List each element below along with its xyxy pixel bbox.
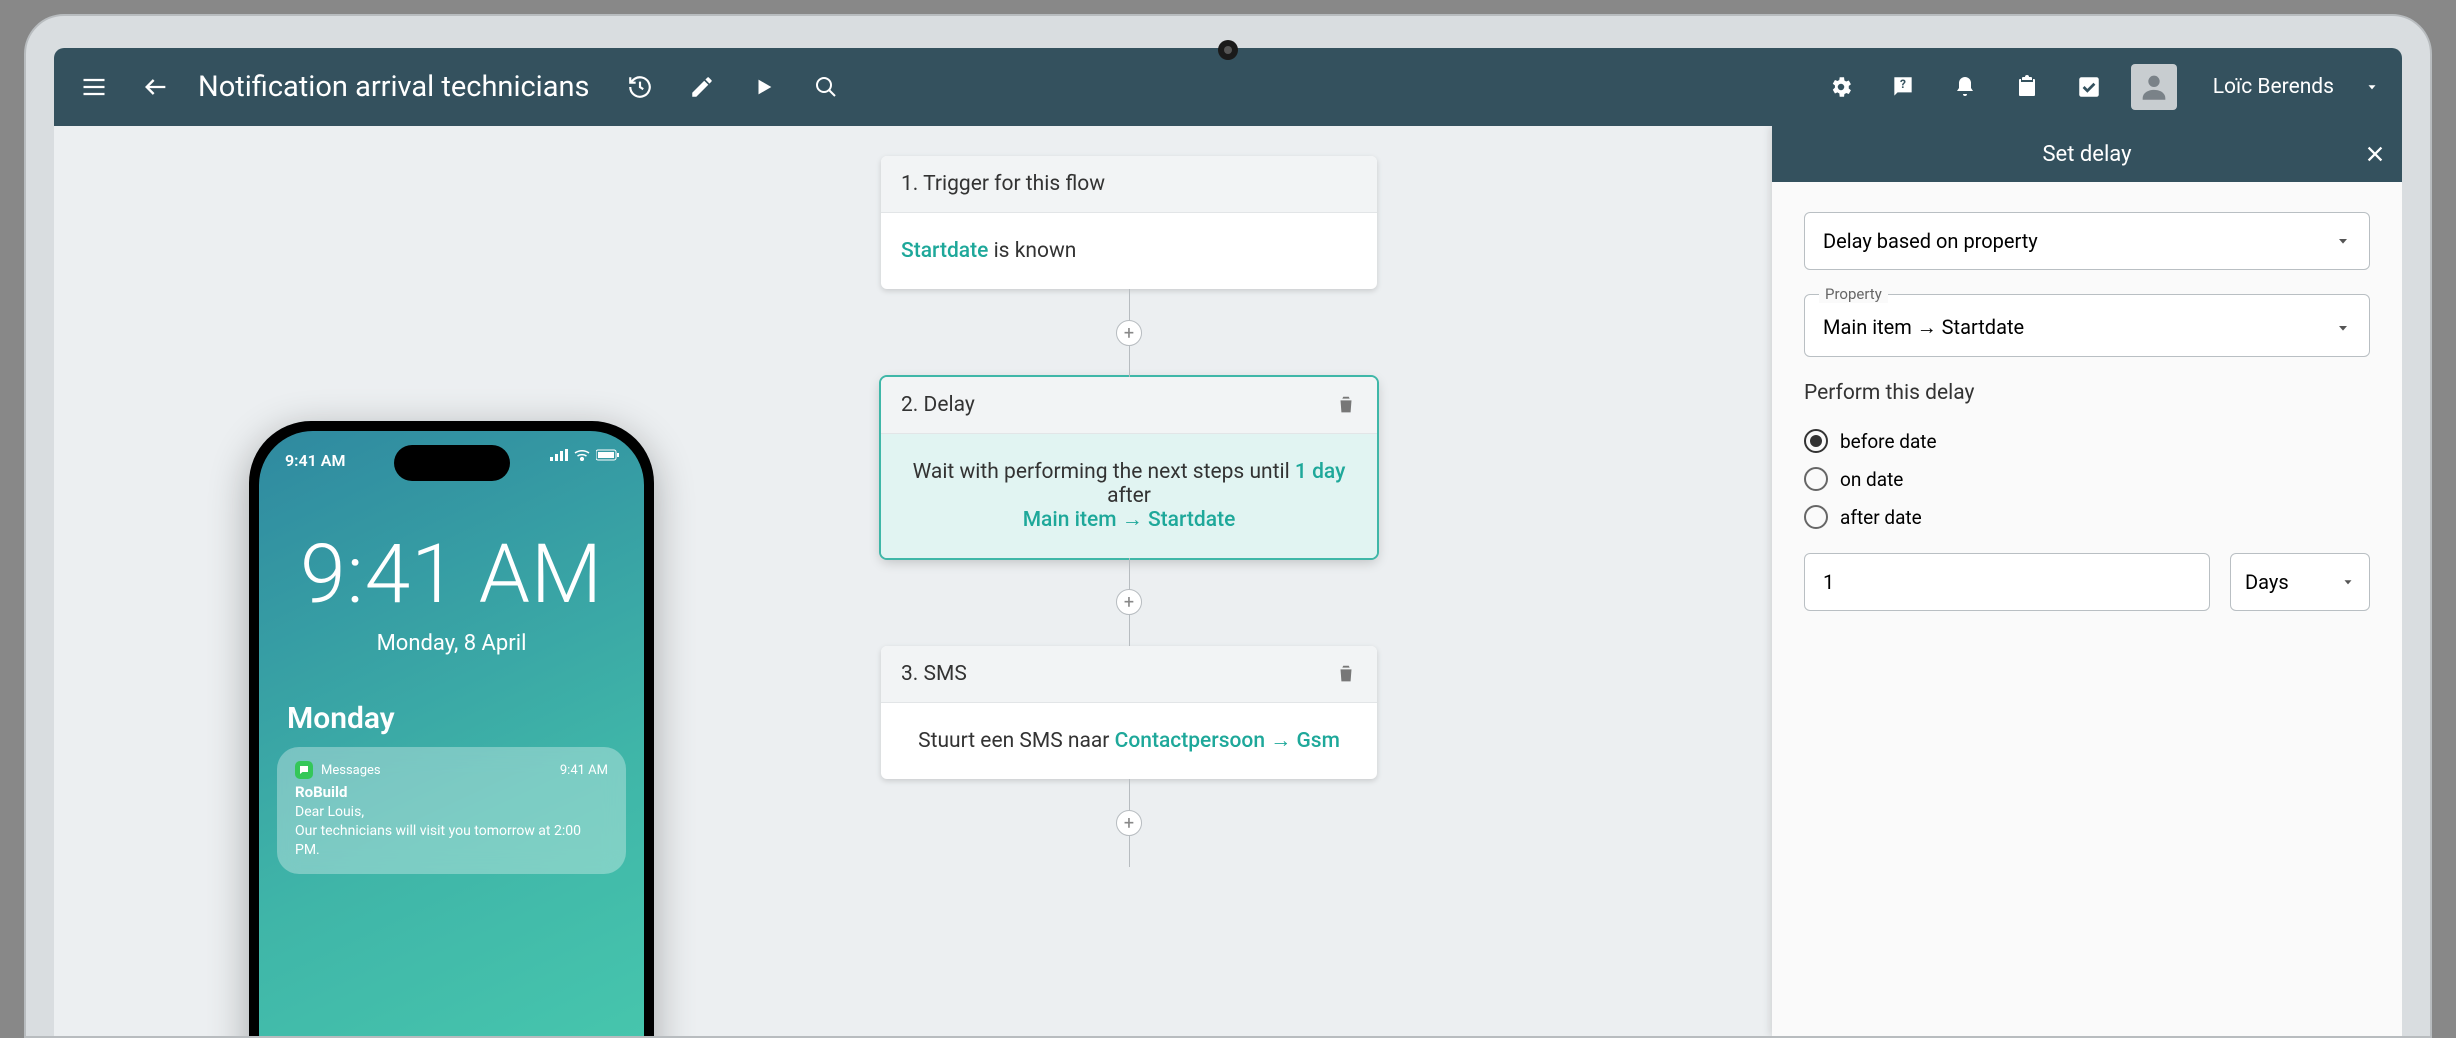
messages-app-icon — [295, 761, 313, 779]
delay-text-prefix: Wait with performing the next steps unti… — [913, 460, 1295, 484]
panel-header: Set delay — [1772, 126, 2402, 182]
delay-amount: 1 day — [1295, 460, 1345, 484]
chevron-down-icon — [2335, 233, 2351, 249]
notification-sender: RoBuild — [295, 783, 608, 801]
connector: + — [881, 779, 1377, 867]
menu-button[interactable] — [74, 67, 114, 107]
radio-before-date[interactable]: before date — [1804, 429, 2370, 453]
delay-unit-value: Days — [2245, 570, 2289, 594]
phone-lock-date: Monday, 8 April — [259, 631, 644, 656]
play-button[interactable] — [744, 67, 784, 107]
search-button[interactable] — [806, 67, 846, 107]
phone-island — [394, 445, 510, 481]
radio-label: after date — [1840, 506, 1922, 529]
radio-label: on date — [1840, 468, 1903, 491]
radio-dot-icon — [1804, 429, 1828, 453]
phone-status-icons — [550, 449, 620, 461]
delete-step-button[interactable] — [1335, 663, 1357, 685]
phone-lock-time: 9:41 AM — [259, 527, 644, 623]
back-button[interactable] — [136, 67, 176, 107]
trigger-property: Startdate — [901, 239, 988, 263]
delay-type-value: Delay based on property — [1823, 229, 2038, 253]
panel-close-button[interactable] — [2364, 143, 2386, 165]
delay-unit-select[interactable]: Days — [2230, 553, 2370, 611]
edit-button[interactable] — [682, 67, 722, 107]
laptop-camera — [1218, 40, 1238, 60]
delay-text-mid: after — [1107, 484, 1151, 508]
user-name: Loïc Berends — [2213, 75, 2334, 99]
notification-time: 9:41 AM — [560, 763, 608, 778]
delay-amount-input[interactable]: 1 — [1804, 553, 2210, 611]
card-body: Startdate is known — [881, 213, 1377, 289]
radio-group-timing: before date on date after date — [1804, 429, 2370, 529]
radio-dot-icon — [1804, 467, 1828, 491]
property-value: Main item → Startdate — [1823, 315, 2024, 340]
card-title: 2. Delay — [901, 393, 975, 417]
phone-preview: 9:41 AM 9:41 AM Monday, 8 April Monday — [249, 421, 654, 1036]
radio-on-date[interactable]: on date — [1804, 467, 2370, 491]
card-header: 3. SMS — [881, 646, 1377, 703]
svg-text:?: ? — [1900, 77, 1906, 91]
tasks-button[interactable] — [2069, 67, 2109, 107]
sms-text-prefix: Stuurt een SMS naar — [918, 729, 1115, 753]
radio-label: before date — [1840, 430, 1937, 453]
chevron-down-icon — [2341, 575, 2355, 589]
signal-icon — [550, 449, 568, 461]
flow-card-delay[interactable]: 2. Delay Wait with performing the next s… — [881, 377, 1377, 558]
flow-card-sms[interactable]: 3. SMS Stuurt een SMS naar Contactpersoo… — [881, 646, 1377, 779]
connector: + — [881, 558, 1377, 646]
app-screen: Notification arrival technicians ? — [54, 48, 2402, 1036]
trigger-text: is known — [988, 239, 1076, 263]
add-step-button[interactable]: + — [1116, 320, 1142, 346]
card-body: Stuurt een SMS naar Contactpersoon → Gsm — [881, 703, 1377, 779]
wifi-icon — [574, 449, 590, 461]
notification-line1: Dear Louis, — [295, 804, 364, 820]
perform-delay-label: Perform this delay — [1804, 381, 2370, 405]
phone-day-header: Monday — [287, 701, 395, 736]
card-title: 3. SMS — [901, 662, 967, 686]
delay-property: Main item → Startdate — [1023, 508, 1236, 532]
notification-app-name: Messages — [321, 763, 381, 778]
clipboard-button[interactable] — [2007, 67, 2047, 107]
radio-dot-icon — [1804, 505, 1828, 529]
notification-line2: Our technicians will visit you tomorrow … — [295, 823, 581, 858]
delay-amount-value: 1 — [1823, 570, 1834, 594]
help-button[interactable]: ? — [1883, 67, 1923, 107]
card-title: 1. Trigger for this flow — [901, 172, 1105, 196]
flow-canvas[interactable]: 9:41 AM 9:41 AM Monday, 8 April Monday — [54, 126, 1772, 1036]
battery-icon — [596, 449, 620, 461]
delete-step-button[interactable] — [1335, 394, 1357, 416]
sms-recipient: Contactpersoon → Gsm — [1115, 729, 1340, 753]
card-header: 2. Delay — [881, 377, 1377, 434]
property-label: Property — [1819, 285, 1888, 303]
card-header: 1. Trigger for this flow — [881, 156, 1377, 213]
panel-title: Set delay — [2042, 142, 2131, 167]
flow-card-trigger[interactable]: 1. Trigger for this flow Startdate is kn… — [881, 156, 1377, 289]
laptop-frame: Notification arrival technicians ? — [24, 14, 2432, 1038]
page-title: Notification arrival technicians — [198, 70, 590, 104]
notifications-button[interactable] — [1945, 67, 1985, 107]
connector: + — [881, 289, 1377, 377]
avatar[interactable] — [2131, 64, 2177, 110]
property-select[interactable]: Property Main item → Startdate — [1804, 294, 2370, 357]
phone-notification: Messages 9:41 AM RoBuild Dear Louis, Our… — [277, 747, 626, 874]
chevron-down-icon — [2335, 320, 2351, 336]
phone-status-time: 9:41 AM — [285, 451, 345, 470]
user-menu-chevron[interactable] — [2362, 67, 2382, 107]
add-step-button[interactable]: + — [1116, 810, 1142, 836]
history-button[interactable] — [620, 67, 660, 107]
radio-after-date[interactable]: after date — [1804, 505, 2370, 529]
settings-button[interactable] — [1821, 67, 1861, 107]
add-step-button[interactable]: + — [1116, 589, 1142, 615]
card-body: Wait with performing the next steps unti… — [881, 434, 1377, 558]
side-panel: Set delay Delay based on property Proper… — [1772, 126, 2402, 1036]
delay-type-select[interactable]: Delay based on property — [1804, 212, 2370, 270]
